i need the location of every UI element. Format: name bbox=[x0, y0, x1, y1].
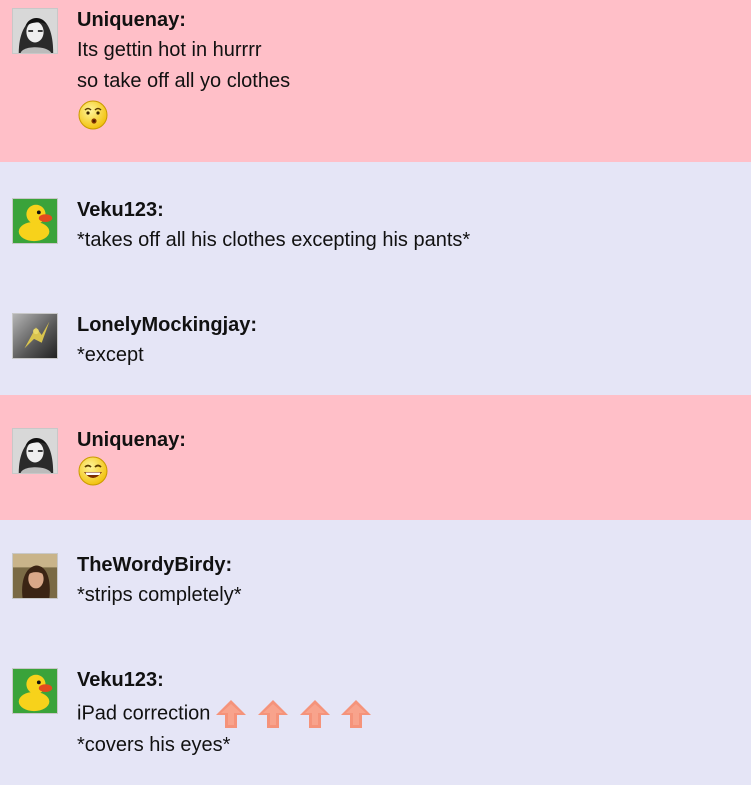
username[interactable]: TheWordyBirdy: bbox=[77, 553, 741, 577]
message-text: *takes off all his clothes excepting his… bbox=[77, 229, 471, 251]
message-content: Veku123: iPad correction *covers his eye… bbox=[77, 668, 741, 761]
duck-avatar[interactable] bbox=[12, 668, 58, 714]
username[interactable]: LonelyMockingjay: bbox=[77, 313, 741, 337]
up-arrow-icon bbox=[298, 698, 332, 730]
message-text: so take off all yo clothes bbox=[77, 70, 291, 92]
message-text: *covers his eyes* bbox=[77, 734, 231, 756]
mockingjay-avatar[interactable] bbox=[12, 313, 58, 359]
wordybirdy-avatar[interactable] bbox=[12, 553, 58, 599]
message-content: LonelyMockingjay: *except bbox=[77, 313, 741, 371]
up-arrow-icon bbox=[214, 698, 248, 730]
grinning-face-icon bbox=[77, 455, 109, 487]
message-text: iPad correction bbox=[77, 702, 211, 725]
message-text: Its gettin hot in hurrrr bbox=[77, 39, 262, 61]
up-arrow-icon bbox=[256, 698, 290, 730]
username[interactable]: Veku123: bbox=[77, 668, 741, 692]
message-content: TheWordyBirdy: *strips completely* bbox=[77, 553, 741, 611]
message-text-row: iPad correction bbox=[77, 698, 741, 730]
username[interactable]: Uniquenay: bbox=[77, 428, 741, 452]
uniquenay-avatar[interactable] bbox=[12, 8, 58, 54]
chat-thread: Uniquenay: Its gettin hot in hurrrr so t… bbox=[0, 0, 751, 785]
message-text: *strips completely* bbox=[77, 584, 242, 606]
message-content: Uniquenay: bbox=[77, 428, 741, 487]
uniquenay-avatar[interactable] bbox=[12, 428, 58, 474]
up-arrow-icon bbox=[339, 698, 373, 730]
duck-avatar[interactable] bbox=[12, 198, 58, 244]
username[interactable]: Uniquenay: bbox=[77, 8, 741, 32]
message-content: Veku123: *takes off all his clothes exce… bbox=[77, 198, 741, 256]
whistling-face-icon bbox=[77, 99, 109, 131]
message-content: Uniquenay: Its gettin hot in hurrrr so t… bbox=[77, 8, 741, 131]
message-text: *except bbox=[77, 344, 144, 366]
arrow-group bbox=[214, 698, 375, 730]
username[interactable]: Veku123: bbox=[77, 198, 741, 222]
